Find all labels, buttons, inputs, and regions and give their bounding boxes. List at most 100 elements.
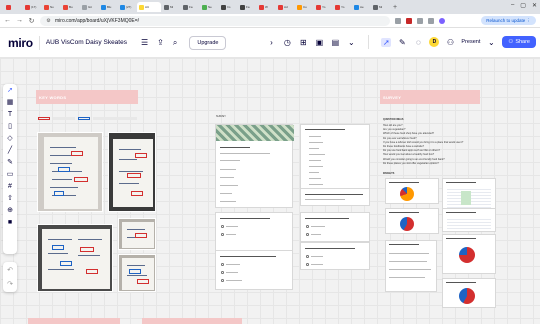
notebook-photo-5[interactable] [118,254,156,292]
tab-favicon-icon [6,4,11,10]
reactions-icon[interactable]: ✎ [397,38,407,47]
upload-icon[interactable]: ⇧ [7,195,13,202]
avatar[interactable]: D [429,37,440,47]
add-icon[interactable]: ■ [8,219,12,226]
share-button[interactable]: ⚇ Share [502,36,536,48]
notebook-photo-4[interactable] [118,218,156,250]
tab-favicon-icon [373,4,378,10]
chevron-right-icon[interactable]: › [266,38,276,47]
undo-icon[interactable]: ↶ [7,266,13,274]
screen-icon[interactable]: ▣ [314,38,324,47]
browser-tab[interactable]: Yo [314,2,332,12]
notebook-photo-2[interactable] [108,132,156,212]
maximize-icon[interactable]: ▢ [520,2,526,9]
menu-icon[interactable]: ☰ [141,38,148,48]
notebook-photo-3[interactable] [37,224,113,292]
close-icon[interactable]: ✕ [532,2,537,9]
survey-question-card[interactable] [300,242,370,270]
apps-icon[interactable]: ⊞ [298,38,308,47]
survey-question-card[interactable] [300,212,370,242]
site-info-icon[interactable]: ⚙ [45,18,52,24]
survey-header[interactable]: SURVEY [380,90,480,104]
tab-label: AU [145,5,150,9]
insight-chart-card[interactable] [385,240,437,292]
forward-icon[interactable]: → [16,17,23,24]
templates-icon[interactable]: ▦ [7,99,14,106]
cursor-icon[interactable]: ➚ [381,37,392,47]
extension-icon[interactable] [395,17,401,24]
key-words-header[interactable]: KEY WORDS [36,90,138,104]
insight-table-card[interactable] [442,208,496,232]
frame-header-bottom[interactable] [28,318,120,324]
browser-tab[interactable] [4,2,22,12]
browser-tab[interactable]: Ne [200,2,218,12]
insight-chart-card[interactable] [385,178,439,204]
browser-tab[interactable]: AU [137,2,161,12]
browser-tab[interactable]: Im [219,2,237,12]
notes-icon[interactable]: ▤ [330,38,340,47]
pen-icon[interactable]: ✎ [7,159,13,166]
question-idea-item: Do these foodbanks have a website? [383,145,424,148]
survey-question-card[interactable] [215,250,293,290]
browser-tab[interactable]: Ad [276,2,294,12]
sticky-note-icon[interactable]: ▯ [8,123,12,130]
collaborators-icon[interactable]: ⚇ [445,38,455,47]
profile-icon[interactable] [439,17,445,24]
board-name[interactable]: AUB VisCom Daisy Skeates [46,39,127,46]
present-button[interactable]: Present [461,39,480,45]
key-words-title: KEY WORDS [39,95,67,100]
export-icon[interactable]: ⇪ [157,38,164,48]
browser-tab[interactable]: (17) [23,2,41,12]
apps-icon[interactable]: ⊕ [7,207,13,214]
frame-icon[interactable]: # [8,183,12,190]
insight-chart-card[interactable] [442,234,496,274]
survey-question-card[interactable] [300,188,370,206]
tab-favicon-icon [316,4,321,10]
survey-form-card[interactable] [215,124,294,208]
browser-tab[interactable]: Fa [181,2,199,12]
browser-tab[interactable]: Git [80,2,98,12]
insight-chart-card[interactable] [442,278,496,308]
browser-tab[interactable]: Mi [371,2,389,12]
browser-tab[interactable]: Yo [333,2,351,12]
browser-tab[interactable]: Co [295,2,313,12]
tab-favicon-icon [101,4,106,10]
board-canvas[interactable]: KEY WORDS SURVEY SURVEY QUESTION IDEAS H… [0,58,540,324]
comment-icon[interactable]: ▭ [7,171,14,178]
reload-icon[interactable]: ↻ [28,17,35,25]
miro-logo[interactable]: miro [8,36,33,50]
legend-blue-text [93,117,137,120]
text-tool-icon[interactable]: T [8,111,12,118]
select-tool-icon[interactable]: ➚ [7,87,13,94]
extension-icon[interactable] [406,17,412,24]
notebook-photo-1[interactable] [37,132,103,212]
browser-tab[interactable]: (27) [118,2,136,12]
back-icon[interactable]: ← [4,17,11,24]
question-ideas-list[interactable]: How old are you? Are you vegetarian? Which… [383,124,533,168]
present-chevron-icon[interactable]: ⌄ [486,38,496,47]
connector-icon[interactable]: ╱ [8,147,12,154]
new-tab-button[interactable]: + [393,4,397,11]
shapes-icon[interactable]: ◇ [7,135,12,142]
upgrade-button[interactable]: Upgrade [189,35,227,50]
browser-tab[interactable]: Blu [99,2,117,12]
puzzle-icon[interactable] [428,17,434,24]
browser-tab[interactable]: Bu [61,2,79,12]
browser-tab[interactable]: Mi [162,2,180,12]
extension-icon[interactable] [417,17,423,24]
browser-tab[interactable]: No [42,2,60,12]
insight-chart-card[interactable] [385,208,439,234]
survey-options-card[interactable] [300,124,370,198]
comment-icon[interactable]: ◌ [413,38,423,47]
timer-icon[interactable]: ◷ [282,38,292,47]
relaunch-button[interactable]: Relaunch to update ⋮ [481,16,536,25]
frame-header-bottom[interactable] [142,318,242,324]
url-field[interactable]: ⚙ miro.com/app/board/uXjVKF3MQ0E=/ [40,15,390,26]
browser-tab[interactable]: Fa [238,2,256,12]
browser-tab[interactable]: Ae [352,2,370,12]
chevron-down-icon[interactable]: ⌄ [346,38,356,47]
minimize-icon[interactable]: – [511,2,514,9]
browser-tab[interactable]: W [257,2,275,12]
search-icon[interactable]: ⌕ [173,38,177,48]
redo-icon[interactable]: ↷ [7,280,13,288]
